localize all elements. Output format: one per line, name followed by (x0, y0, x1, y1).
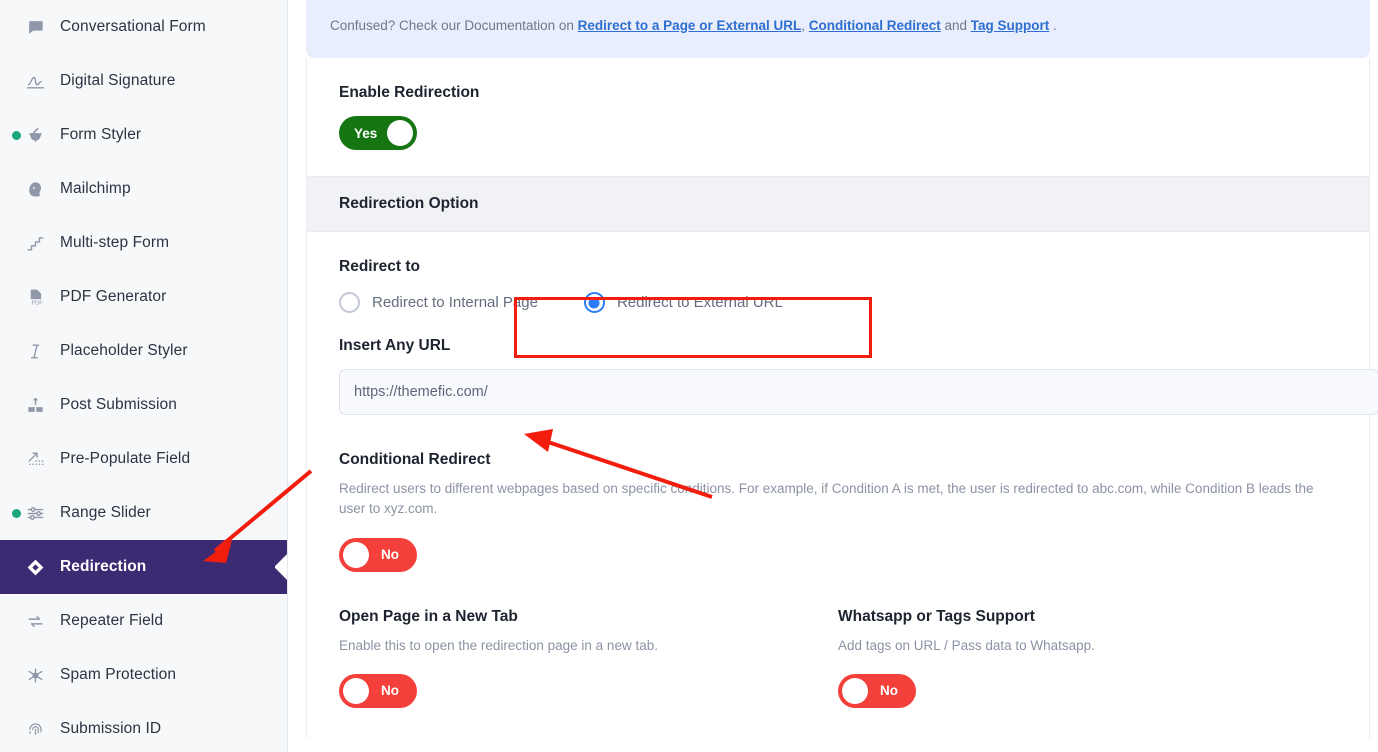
sidebar-item-label: Spam Protection (60, 666, 177, 683)
enable-redirection-toggle-label: Yes (354, 125, 378, 141)
status-dot (12, 508, 21, 518)
chat-bubble-icon (24, 16, 46, 38)
conditional-redirect-toggle[interactable]: No (339, 537, 417, 572)
bottom-options-row: Open Page in a New Tab Enable this to op… (307, 599, 1369, 738)
sidebar-item-pdf-generator[interactable]: PDF PDF Generator (0, 270, 287, 324)
whatsapp-tags-label: Whatsapp or Tags Support (838, 607, 1035, 625)
redirection-diamond-icon (24, 556, 46, 578)
sidebar-item-label: Post Submission (60, 396, 177, 413)
sidebar-item-label: Conversational Form (60, 18, 206, 35)
notice-prefix: Confused? Check our Documentation on (330, 17, 578, 33)
radio-redirect-internal-page[interactable]: Redirect to Internal Page (339, 292, 538, 313)
conditional-redirect-block: Conditional Redirect Redirect users to d… (307, 439, 1369, 600)
fingerprint-icon (24, 718, 46, 740)
notice-separator-2: and (940, 17, 971, 33)
whatsapp-tags-toggle-label: No (880, 683, 898, 699)
sidebar-item-range-slider[interactable]: Range Slider (0, 486, 287, 540)
radio-label-external-url: Redirect to External URL (616, 294, 783, 311)
steps-icon (24, 232, 46, 254)
redirect-to-label: Redirect to (339, 258, 420, 275)
sidebar-item-submission-id[interactable]: Submission ID (0, 702, 287, 752)
sidebar-item-mailchimp[interactable]: Mailchimp (0, 162, 287, 216)
sidebar: Conversational Form Digital Signature Form… (0, 0, 288, 752)
enable-redirection-block: Enable Redirection Yes (307, 58, 1369, 176)
insert-url-block: Insert Any URL (307, 319, 1378, 439)
enable-redirection-toggle[interactable]: Yes (339, 116, 417, 150)
sidebar-item-digital-signature[interactable]: Digital Signature (0, 54, 287, 108)
pdf-file-icon: PDF (24, 286, 46, 308)
redirection-option-section-header: Redirection Option (307, 176, 1369, 232)
status-dot (12, 130, 21, 140)
documentation-notice: Confused? Check our Documentation on Red… (306, 0, 1370, 58)
repeat-arrows-icon (24, 610, 46, 632)
sidebar-nav-list: Conversational Form Digital Signature Form… (0, 0, 287, 752)
whatsapp-tags-description: Add tags on URL / Pass data to Whatsapp. (838, 637, 1095, 653)
sidebar-item-multi-step-form[interactable]: Multi-step Form (0, 216, 287, 270)
radio-redirect-external-url[interactable]: Redirect to External URL (583, 292, 783, 313)
radio-circle-icon (583, 292, 605, 313)
sidebar-item-pre-populate-field[interactable]: Pre-Populate Field (0, 432, 287, 486)
sidebar-item-redirection[interactable]: Redirection (0, 540, 287, 594)
conditional-redirect-toggle-label: No (381, 547, 399, 562)
documentation-notice-text: Confused? Check our Documentation on Red… (330, 18, 1057, 33)
sidebar-item-conversational-form[interactable]: Conversational Form (0, 0, 287, 54)
sidebar-item-label: Mailchimp (60, 180, 131, 197)
doc-link-conditional-redirect[interactable]: Conditional Redirect (809, 18, 941, 33)
redirect-to-block: Redirect to Redirect to Internal Page Re… (307, 232, 1369, 319)
sidebar-item-label: Repeater Field (60, 612, 164, 629)
notice-suffix: . (1049, 17, 1057, 33)
signature-icon (24, 70, 46, 92)
sidebar-item-post-submission[interactable]: Post Submission (0, 378, 287, 432)
notice-separator-1: , (801, 17, 809, 33)
sidebar-item-label: Form Styler (60, 126, 142, 143)
sidebar-item-label: PDF Generator (60, 288, 167, 305)
sidebar-item-form-styler[interactable]: Form Styler (0, 108, 287, 162)
radio-label-internal-page: Redirect to Internal Page (372, 294, 538, 311)
post-submission-icon (24, 394, 46, 416)
redirect-to-radio-group: Redirect to Internal Page Redirect to Ex… (339, 292, 1337, 313)
whatsapp-tags-toggle[interactable]: No (838, 673, 916, 708)
sidebar-item-label: Multi-step Form (60, 234, 170, 251)
toggle-knob (343, 677, 369, 704)
prepopulate-icon (24, 448, 46, 470)
sliders-icon (24, 502, 46, 524)
sidebar-item-label: Pre-Populate Field (60, 450, 191, 467)
open-new-tab-toggle-label: No (381, 683, 399, 699)
enable-redirection-label: Enable Redirection (339, 84, 480, 101)
toggle-knob (387, 120, 413, 146)
main-content: Confused? Check our Documentation on Red… (288, 0, 1378, 752)
radio-circle-icon (339, 292, 360, 313)
open-new-tab-block: Open Page in a New Tab Enable this to op… (339, 608, 838, 708)
svg-text:PDF: PDF (31, 300, 43, 306)
spider-icon (24, 664, 46, 686)
italic-text-icon (24, 340, 46, 362)
sidebar-item-label: Redirection (60, 558, 147, 575)
sidebar-item-label: Digital Signature (60, 72, 176, 89)
open-new-tab-description: Enable this to open the redirection page… (339, 637, 658, 653)
open-new-tab-toggle[interactable]: No (339, 673, 417, 708)
sidebar-item-label: Range Slider (60, 504, 151, 521)
redirection-settings-card: Enable Redirection Yes Redirection Optio… (306, 58, 1378, 738)
toggle-knob (343, 541, 369, 568)
conditional-redirect-label: Conditional Redirect (339, 451, 491, 468)
sidebar-item-repeater-field[interactable]: Repeater Field (0, 594, 287, 648)
mailchimp-icon (24, 178, 46, 200)
redirection-option-title: Redirection Option (339, 195, 479, 212)
sidebar-item-spam-protection[interactable]: Spam Protection (0, 648, 287, 702)
sidebar-item-label: Submission ID (60, 720, 162, 737)
sidebar-item-label: Placeholder Styler (60, 342, 188, 359)
toggle-knob (842, 677, 868, 704)
conditional-redirect-description: Redirect users to different webpages bas… (339, 481, 1314, 517)
mortar-pestle-icon (24, 124, 46, 146)
whatsapp-tags-block: Whatsapp or Tags Support Add tags on URL… (838, 608, 1337, 708)
sidebar-item-placeholder-styler[interactable]: Placeholder Styler (0, 324, 287, 378)
insert-url-input[interactable] (339, 369, 1378, 415)
app-root: Conversational Form Digital Signature Form… (0, 0, 1378, 752)
insert-url-label: Insert Any URL (339, 337, 451, 354)
active-item-notch (275, 554, 287, 580)
open-new-tab-label: Open Page in a New Tab (339, 607, 518, 625)
doc-link-redirect-page-external-url[interactable]: Redirect to a Page or External URL (578, 18, 802, 33)
doc-link-tag-support[interactable]: Tag Support (971, 18, 1050, 33)
